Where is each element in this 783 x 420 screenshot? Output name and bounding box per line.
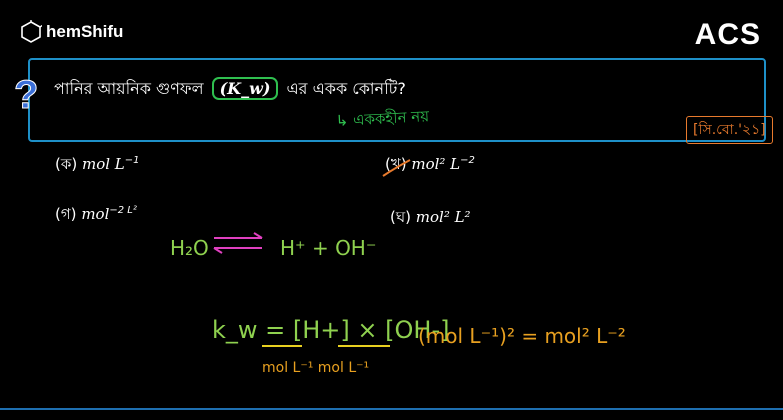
check-mark-icon bbox=[382, 159, 411, 177]
handwritten-annotations: ↳ এককহীন নয় H₂O H⁺ + OH⁻ k_w = [H+] × [… bbox=[170, 107, 626, 376]
equation-rhs: H⁺ + OH⁻ bbox=[280, 236, 376, 260]
unit-annotation: mol L⁻¹ mol L⁻¹ bbox=[262, 360, 369, 376]
kw-expression: k_w = [H+] × [OH-] bbox=[212, 316, 449, 344]
equation-lhs: H₂O bbox=[170, 236, 209, 260]
unit-result: (mol L⁻¹)² = mol² L⁻² bbox=[418, 324, 626, 348]
bottom-divider bbox=[0, 408, 783, 410]
equilibrium-arrow-icon bbox=[213, 232, 263, 254]
annotation-text: ↳ এককহীন নয় bbox=[335, 107, 430, 130]
